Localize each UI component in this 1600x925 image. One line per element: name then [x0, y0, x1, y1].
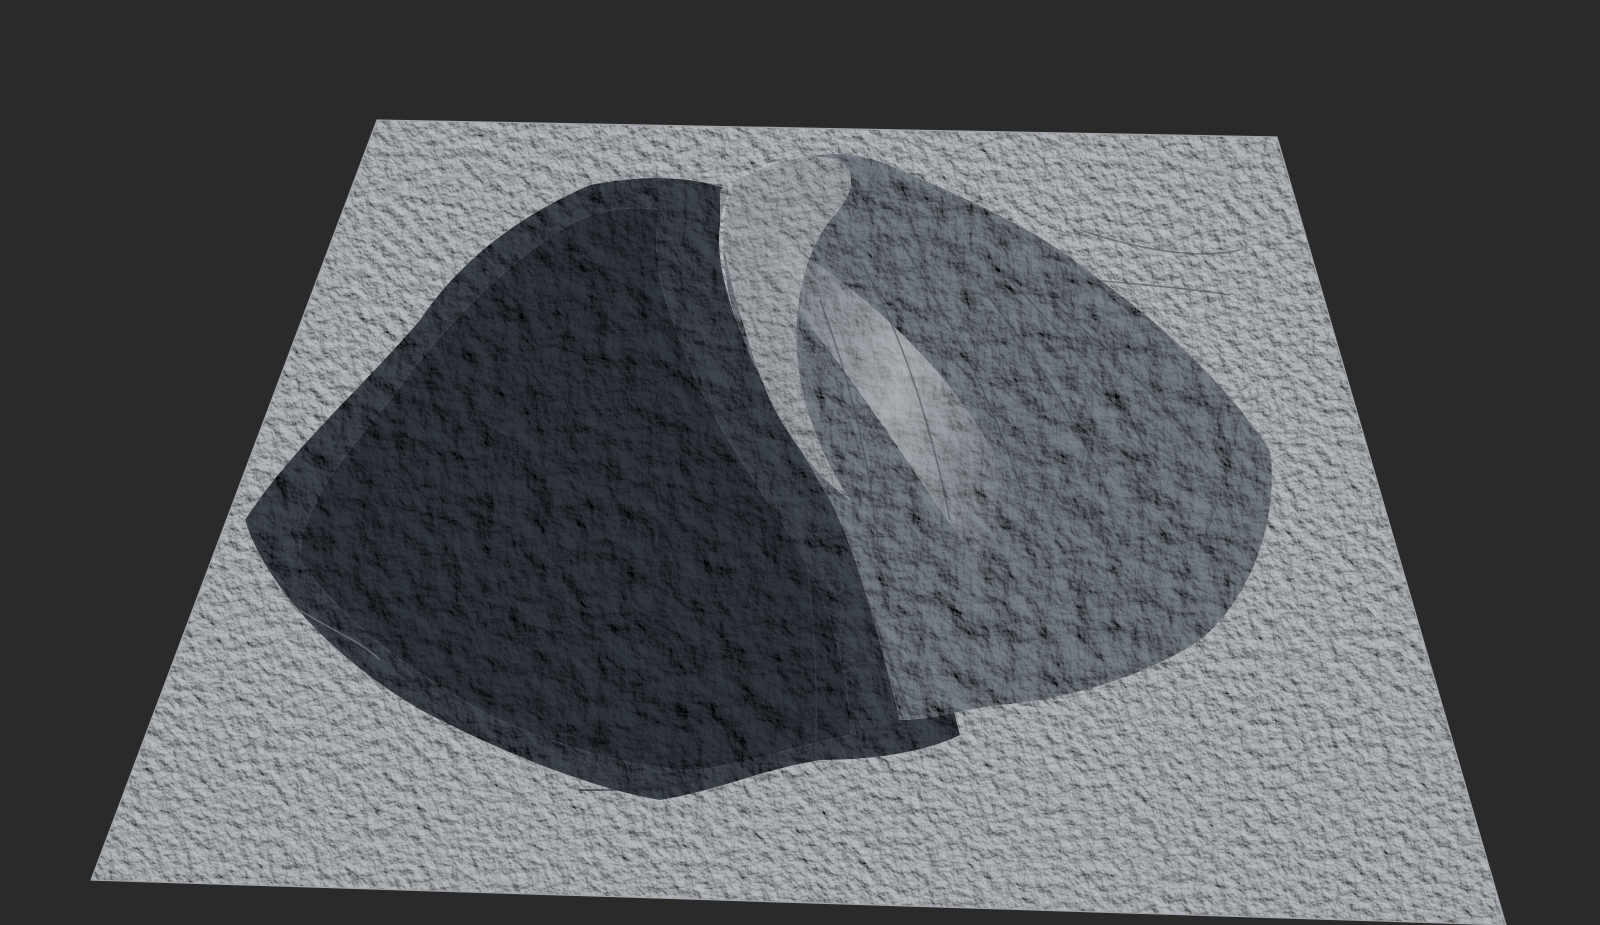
terrain-plane	[91, 120, 1506, 925]
render-viewport[interactable]	[0, 0, 1600, 925]
terrain-render	[90, 119, 1507, 925]
